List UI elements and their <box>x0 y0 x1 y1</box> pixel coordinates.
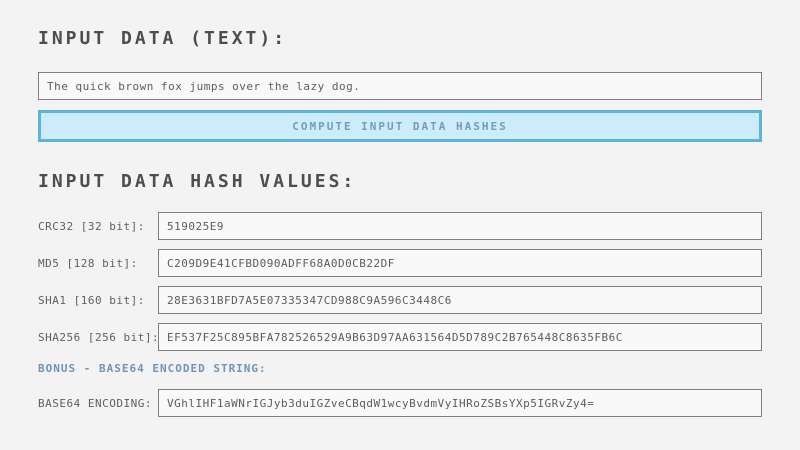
input-data-title: INPUT DATA (TEXT): <box>38 28 762 49</box>
sha256-value-field[interactable] <box>158 323 762 351</box>
hash-tool-page: INPUT DATA (TEXT): COMPUTE INPUT DATA HA… <box>0 28 800 450</box>
compute-hashes-button[interactable]: COMPUTE INPUT DATA HASHES <box>38 110 762 142</box>
hash-row-md5: MD5 [128 bit]: <box>38 249 762 277</box>
hash-row-crc32: CRC32 [32 bit]: <box>38 212 762 240</box>
crc32-value-field[interactable] <box>158 212 762 240</box>
sha1-label: SHA1 [160 bit]: <box>38 294 158 307</box>
crc32-label: CRC32 [32 bit]: <box>38 220 158 233</box>
hash-row-sha256: SHA256 [256 bit]: <box>38 323 762 351</box>
hash-rows: CRC32 [32 bit]: MD5 [128 bit]: SHA1 [160… <box>38 212 762 351</box>
hash-row-sha1: SHA1 [160 bit]: <box>38 286 762 314</box>
base64-row: BASE64 ENCODING: <box>38 389 762 417</box>
md5-label: MD5 [128 bit]: <box>38 257 158 270</box>
sha256-label: SHA256 [256 bit]: <box>38 331 158 344</box>
sha1-value-field[interactable] <box>158 286 762 314</box>
hash-values-title: INPUT DATA HASH VALUES: <box>38 171 762 192</box>
bonus-section-title: BONUS - BASE64 ENCODED STRING: <box>38 362 762 375</box>
base64-label: BASE64 ENCODING: <box>38 397 158 410</box>
base64-value-field[interactable] <box>158 389 762 417</box>
md5-value-field[interactable] <box>158 249 762 277</box>
input-data-field[interactable] <box>38 72 762 100</box>
